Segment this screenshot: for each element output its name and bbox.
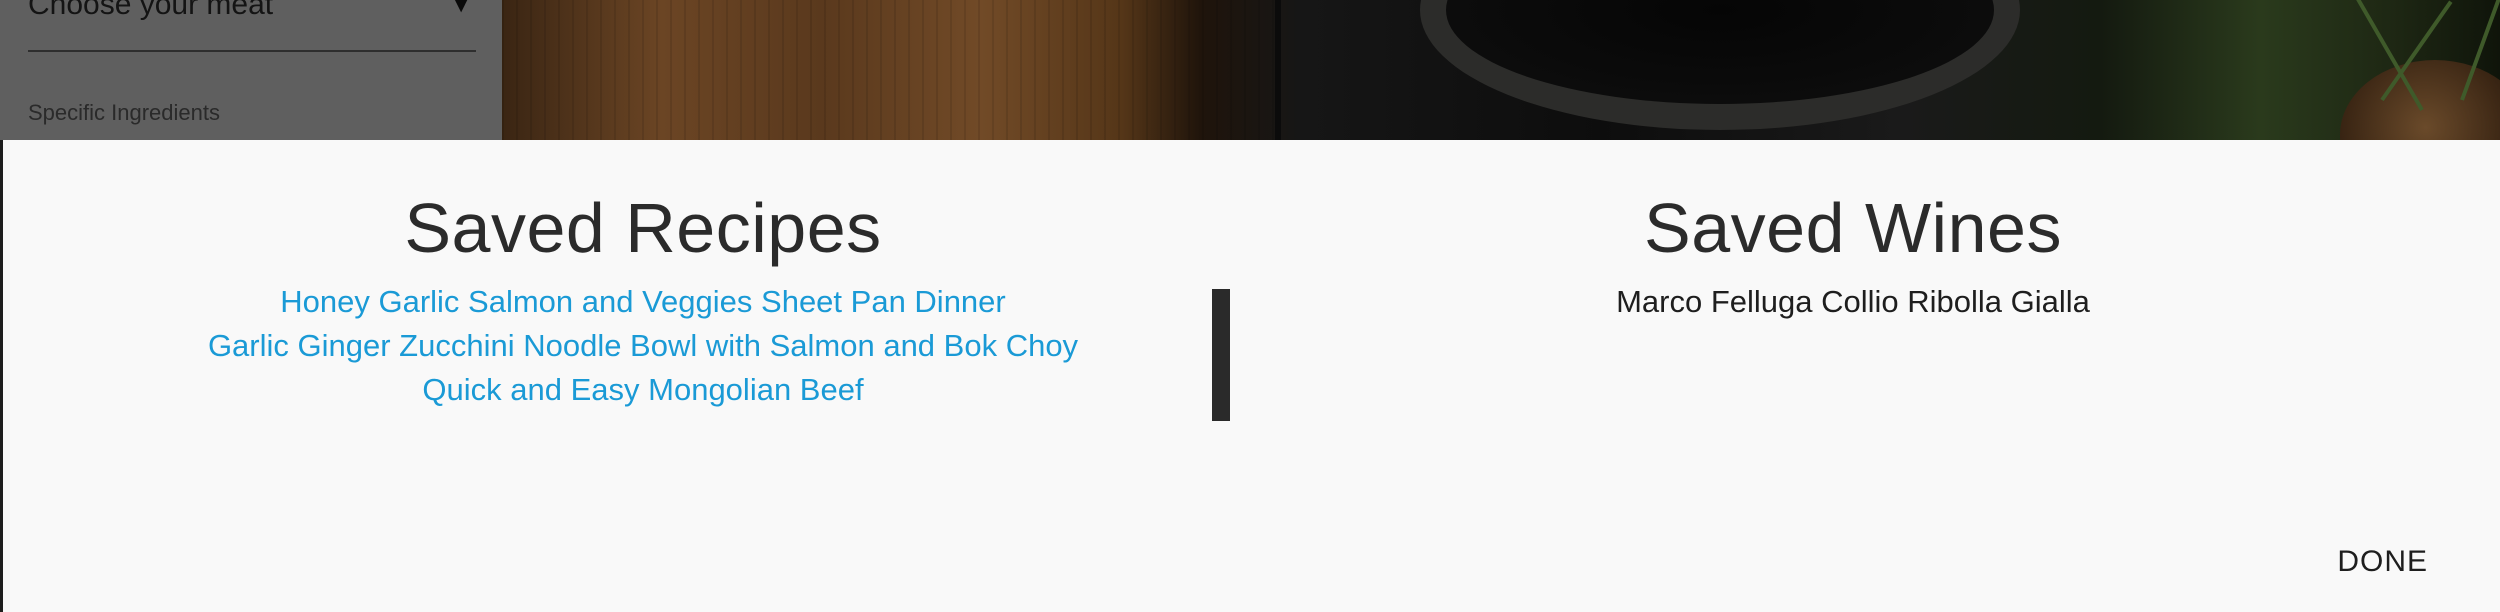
saved-recipes-section: Saved Recipes Honey Garlic Salmon and Ve… xyxy=(3,140,1283,412)
saved-wine-item: Marco Felluga Collio Ribolla Gialla xyxy=(1616,284,2090,319)
ingredients-label: Specific Ingredients xyxy=(28,100,220,125)
saved-wines-title: Saved Wines xyxy=(1644,189,2062,267)
list-item: Marco Felluga Collio Ribolla Gialla xyxy=(1263,280,2443,324)
saved-recipe-link[interactable]: Garlic Ginger Zucchini Noodle Bowl with … xyxy=(208,328,1078,363)
saved-items-modal: Saved Recipes Honey Garlic Salmon and Ve… xyxy=(0,140,2500,612)
saved-recipe-link[interactable]: Honey Garlic Salmon and Veggies Sheet Pa… xyxy=(280,284,1006,319)
hero-wood-texture xyxy=(502,0,1282,140)
hero-board-edge xyxy=(1275,0,1281,140)
filter-sidebar: Choose your meat ▼ Specific Ingredients xyxy=(0,0,502,140)
app-root: Choose your meat ▼ Specific Ingredients … xyxy=(0,0,2500,612)
list-item: Garlic Ginger Zucchini Noodle Bowl with … xyxy=(3,324,1283,368)
meat-select[interactable]: Choose your meat ▼ xyxy=(28,0,476,52)
saved-recipe-link[interactable]: Quick and Easy Mongolian Beef xyxy=(422,372,863,407)
list-item: Quick and Easy Mongolian Beef xyxy=(3,368,1283,412)
meat-select-value: Choose your meat xyxy=(28,0,274,21)
saved-wines-list: Marco Felluga Collio Ribolla Gialla xyxy=(1263,280,2443,324)
saved-recipes-title: Saved Recipes xyxy=(404,189,882,267)
saved-recipes-list: Honey Garlic Salmon and Veggies Sheet Pa… xyxy=(3,280,1283,412)
dropdown-arrow-icon: ▼ xyxy=(448,0,474,18)
saved-wines-section: Saved Wines Marco Felluga Collio Ribolla… xyxy=(1263,140,2443,324)
section-divider xyxy=(1212,289,1230,421)
done-button[interactable]: DONE xyxy=(2337,545,2428,579)
background-page: Choose your meat ▼ Specific Ingredients xyxy=(0,0,2500,140)
list-item: Honey Garlic Salmon and Veggies Sheet Pa… xyxy=(3,280,1283,324)
